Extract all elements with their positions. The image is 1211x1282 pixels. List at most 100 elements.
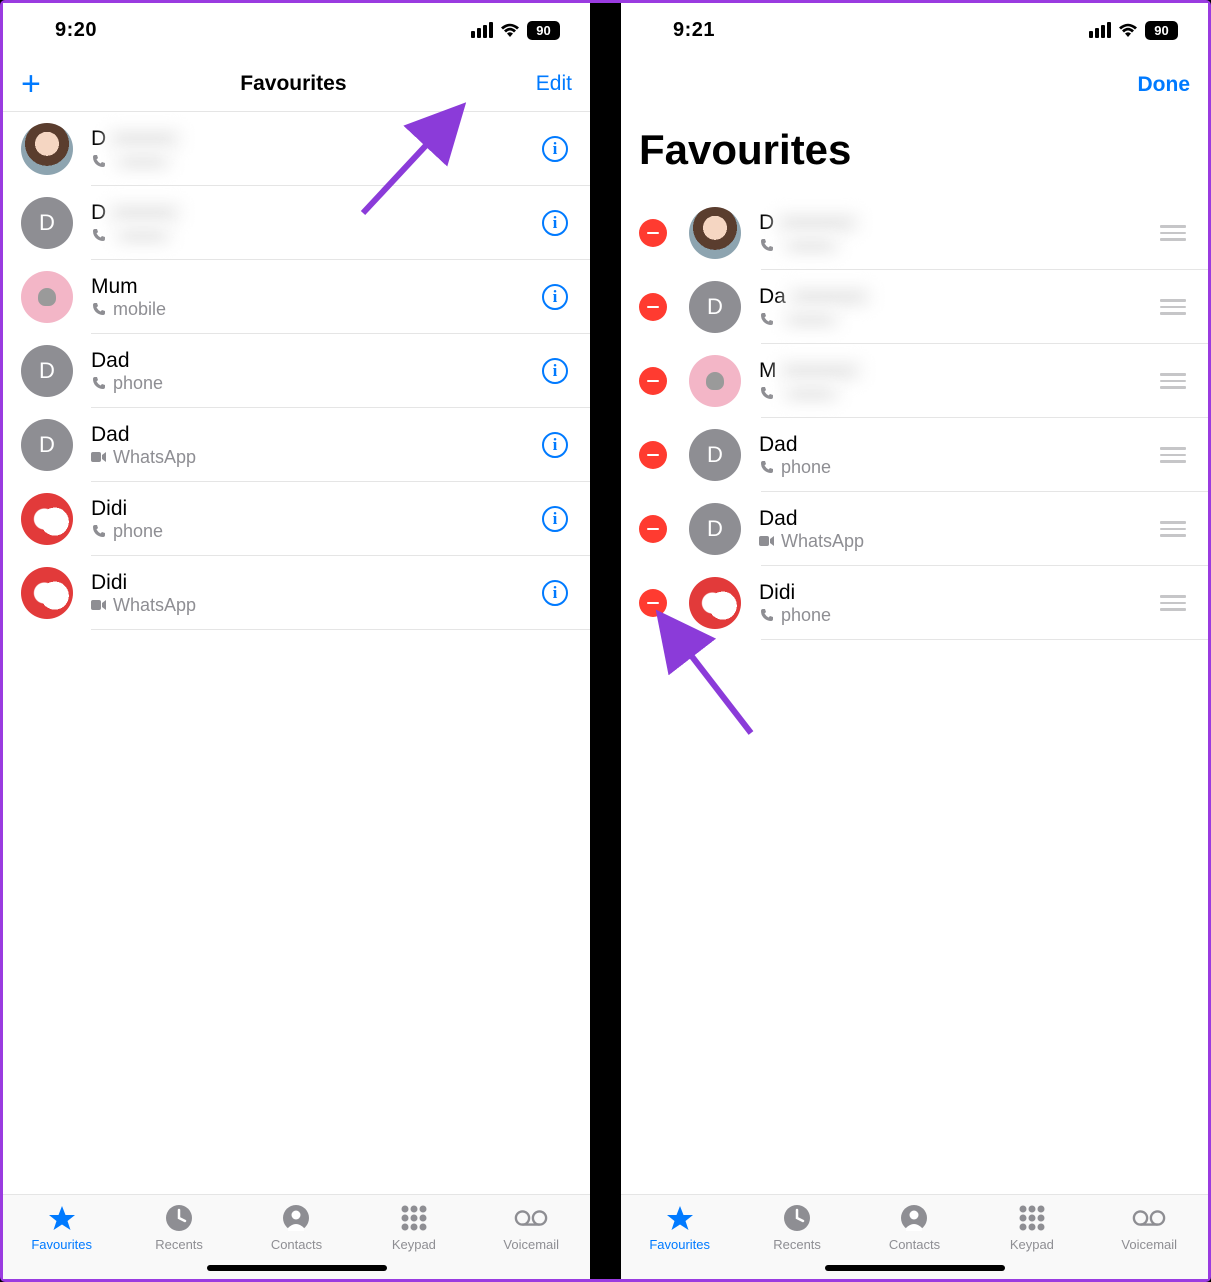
large-title: Favourites: [621, 112, 1208, 196]
phone-icon: [91, 154, 107, 168]
tab-voicemail[interactable]: Voicemail: [1114, 1203, 1184, 1279]
wifi-icon: [500, 23, 520, 38]
tab-label: Contacts: [271, 1237, 322, 1252]
favourites-list[interactable]: DxxxxxxxxxiDDxxxxxxxxxiMummobileiDDadpho…: [3, 112, 590, 1194]
avatar: [21, 493, 73, 545]
favourite-row[interactable]: DidiWhatsAppi: [3, 556, 590, 630]
avatar: D: [21, 419, 73, 471]
row-text: Mummobile: [91, 275, 542, 320]
home-indicator: [825, 1265, 1005, 1271]
tab-recents[interactable]: Recents: [144, 1203, 214, 1279]
contact-detail: WhatsApp: [759, 531, 1160, 552]
delete-button[interactable]: [639, 589, 667, 617]
avatar: D: [21, 345, 73, 397]
contact-detail: xxxx: [759, 235, 1160, 256]
contact-detail: phone: [759, 457, 1160, 478]
phone-icon: [759, 386, 775, 400]
battery-icon: 90: [1145, 21, 1178, 40]
info-button[interactable]: i: [542, 136, 568, 162]
status-time: 9:20: [55, 19, 97, 42]
contact-name: Dad: [759, 507, 1160, 531]
favourite-row[interactable]: D Dxxxxxxxxxi: [3, 186, 590, 260]
recents-icon: [780, 1203, 814, 1233]
contacts-icon: [279, 1203, 313, 1233]
favourite-row-edit[interactable]: Mxxxxxxxxxx: [621, 344, 1208, 418]
edit-button[interactable]: Edit: [536, 72, 572, 96]
avatar: [689, 207, 741, 259]
info-button[interactable]: i: [542, 284, 568, 310]
contact-detail: xxxx: [759, 309, 1160, 330]
favourites-list-edit[interactable]: DxxxxxxxxxxDDaxxxxxxxxxxMxxxxxxxxxxDDadp…: [621, 196, 1208, 1194]
tab-favourites[interactable]: Favourites: [645, 1203, 715, 1279]
favourite-row[interactable]: Didiphonei: [3, 482, 590, 556]
phone-left: 9:20 90 + Favourites Edit DxxxxxxxxxiDDx…: [3, 3, 590, 1279]
contact-detail: phone: [759, 605, 1160, 626]
phone-icon: [759, 312, 775, 326]
info-button[interactable]: i: [542, 580, 568, 606]
contact-detail: xxxx: [91, 151, 542, 172]
delete-button[interactable]: [639, 293, 667, 321]
tab-label: Favourites: [649, 1237, 710, 1252]
row-text: Dxxxxxxxxx: [91, 201, 542, 246]
delete-button[interactable]: [639, 367, 667, 395]
keypad-icon: [397, 1203, 431, 1233]
contact-name: Dxxxxx: [91, 127, 542, 151]
video-icon: [759, 534, 775, 548]
row-text: Daxxxxxxxxxx: [759, 285, 1160, 330]
favourite-row[interactable]: Mummobilei: [3, 260, 590, 334]
phone-icon: [91, 524, 107, 538]
row-text: Dadphone: [759, 433, 1160, 478]
contact-name: Dad: [91, 349, 542, 373]
avatar: D: [689, 429, 741, 481]
voicemail-icon: [1132, 1203, 1166, 1233]
tab-voicemail[interactable]: Voicemail: [496, 1203, 566, 1279]
info-button[interactable]: i: [542, 506, 568, 532]
row-text: DadWhatsApp: [759, 507, 1160, 552]
reorder-handle[interactable]: [1160, 521, 1186, 537]
edit-topbar: Done: [621, 57, 1208, 112]
tab-label: Keypad: [1010, 1237, 1054, 1252]
tab-keypad[interactable]: Keypad: [997, 1203, 1067, 1279]
avatar: D: [21, 197, 73, 249]
tab-label: Contacts: [889, 1237, 940, 1252]
row-text: Dxxxxxxxxxx: [759, 211, 1160, 256]
tab-favourites[interactable]: Favourites: [27, 1203, 97, 1279]
delete-button[interactable]: [639, 515, 667, 543]
contacts-icon: [897, 1203, 931, 1233]
delete-button[interactable]: [639, 441, 667, 469]
row-text: DadWhatsApp: [91, 423, 542, 468]
favourites-icon: [663, 1203, 697, 1233]
reorder-handle[interactable]: [1160, 595, 1186, 611]
phone-icon: [759, 460, 775, 474]
info-button[interactable]: i: [542, 432, 568, 458]
favourite-row[interactable]: D DadWhatsAppi: [3, 408, 590, 482]
tab-recents[interactable]: Recents: [762, 1203, 832, 1279]
favourite-row-edit[interactable]: DDadWhatsApp: [621, 492, 1208, 566]
tab-label: Keypad: [392, 1237, 436, 1252]
delete-button[interactable]: [639, 219, 667, 247]
contact-detail: xxxx: [759, 383, 1160, 404]
tab-label: Voicemail: [503, 1237, 559, 1252]
reorder-handle[interactable]: [1160, 373, 1186, 389]
info-button[interactable]: i: [542, 210, 568, 236]
row-text: Dxxxxxxxxx: [91, 127, 542, 172]
info-button[interactable]: i: [542, 358, 568, 384]
favourite-row-edit[interactable]: Dxxxxxxxxxx: [621, 196, 1208, 270]
favourite-row-edit[interactable]: DDaxxxxxxxxxx: [621, 270, 1208, 344]
favourite-row-edit[interactable]: Didiphone: [621, 566, 1208, 640]
favourite-row[interactable]: Dxxxxxxxxxi: [3, 112, 590, 186]
tab-label: Favourites: [31, 1237, 92, 1252]
phone-icon: [91, 302, 107, 316]
tab-label: Voicemail: [1121, 1237, 1177, 1252]
favourite-row-edit[interactable]: D Dadphone: [621, 418, 1208, 492]
video-icon: [91, 450, 107, 464]
reorder-handle[interactable]: [1160, 299, 1186, 315]
recents-icon: [162, 1203, 196, 1233]
favourite-row[interactable]: DDadphonei: [3, 334, 590, 408]
tab-keypad[interactable]: Keypad: [379, 1203, 449, 1279]
reorder-handle[interactable]: [1160, 225, 1186, 241]
contact-name: Mum: [91, 275, 542, 299]
reorder-handle[interactable]: [1160, 447, 1186, 463]
done-button[interactable]: Done: [1138, 73, 1191, 97]
add-button[interactable]: +: [21, 65, 51, 104]
